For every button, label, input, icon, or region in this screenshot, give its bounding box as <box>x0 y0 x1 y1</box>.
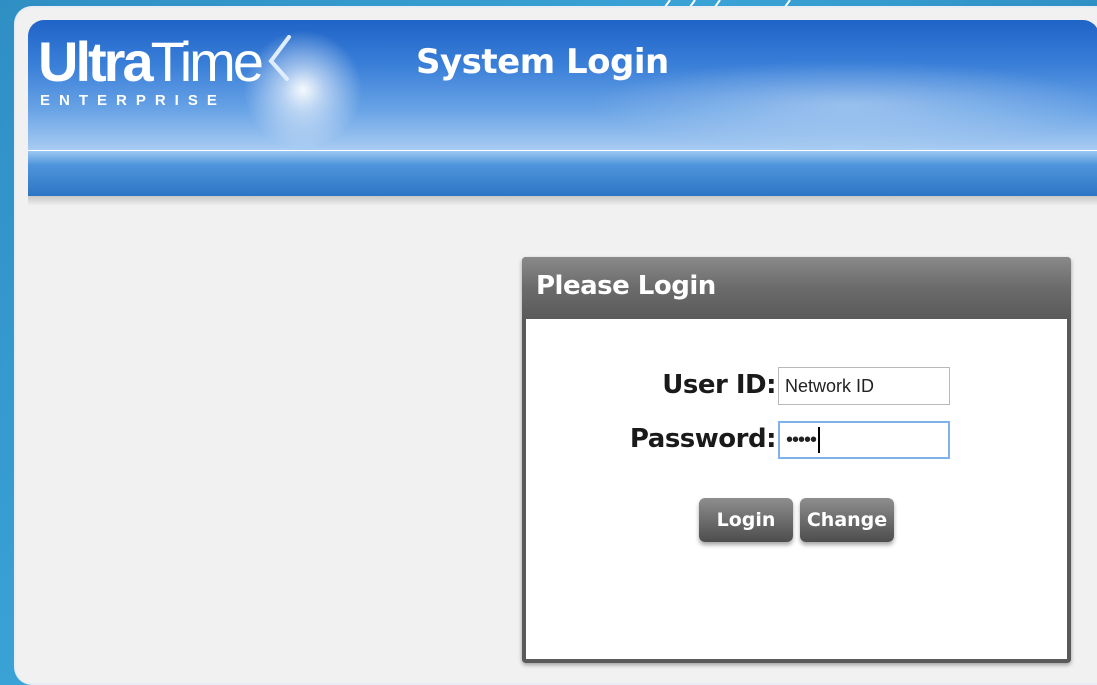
nav-bar <box>28 150 1097 197</box>
nav-bar-shadow <box>28 196 1097 206</box>
password-masked-value: ••••• <box>786 428 817 451</box>
ultratime-logo: Ultra Time ENTERPRISE <box>38 32 295 109</box>
page-title: System Login <box>416 42 669 82</box>
header-banner: Ultra Time ENTERPRISE System Login <box>28 20 1097 150</box>
login-panel-title: Please Login <box>536 271 716 301</box>
login-panel: Please Login User ID: Network ID Passwor… <box>522 257 1071 663</box>
password-row: Password: ••••• <box>526 419 1071 461</box>
password-input[interactable]: ••••• <box>778 421 950 459</box>
change-button[interactable]: Change <box>800 498 894 542</box>
user-id-input[interactable]: Network ID <box>778 367 950 405</box>
logo-text-light: Time <box>150 30 264 93</box>
user-id-label: User ID: <box>662 370 776 400</box>
login-panel-header: Please Login <box>522 257 1071 319</box>
login-button[interactable]: Login <box>699 498 793 542</box>
logo-swoosh-icon <box>268 35 291 81</box>
user-id-row: User ID: Network ID <box>526 365 1071 407</box>
app-window: Ultra Time ENTERPRISE System Login Please… <box>14 6 1097 685</box>
logo-text-bold: Ultra <box>38 30 154 93</box>
password-label: Password: <box>629 424 777 454</box>
logo-subtitle: ENTERPRISE <box>40 92 226 109</box>
text-caret <box>818 427 821 453</box>
user-id-value: Network ID <box>785 375 875 396</box>
